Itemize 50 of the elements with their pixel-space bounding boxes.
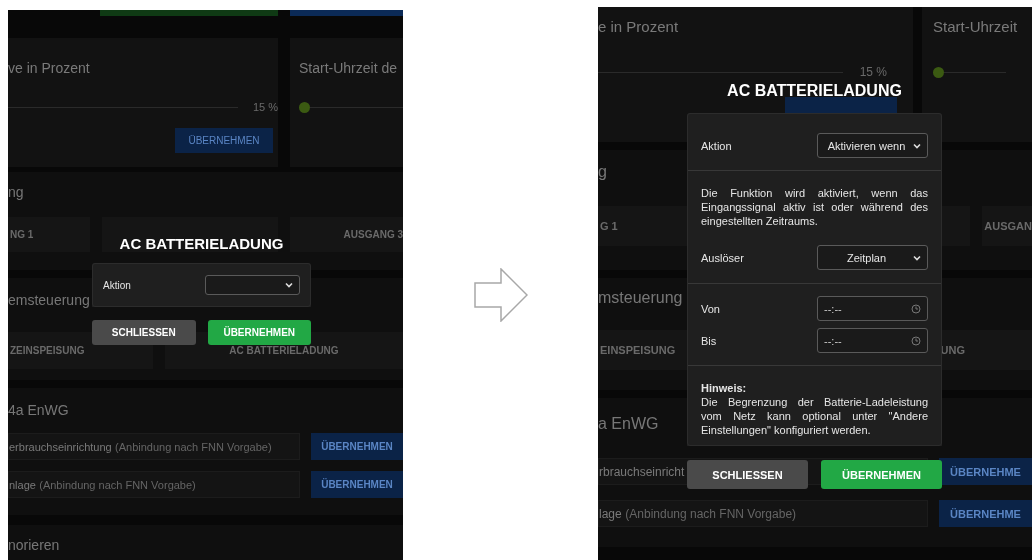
apply-button[interactable]: ÜBERNEHMEN (207, 320, 311, 345)
clock-icon (911, 303, 921, 314)
clock-icon (911, 335, 921, 346)
option-tile[interactable]: NG 1 (8, 217, 90, 252)
time-field[interactable]: --:-- (817, 328, 928, 353)
apply-button[interactable]: ÜBERNEHMEN (821, 460, 942, 489)
close-button[interactable]: SCHLIESSEN (687, 460, 808, 489)
apply-button[interactable]: ÜBERNEHMEN (311, 433, 403, 460)
field-label: Bis (701, 334, 717, 347)
field-label: Auslöser (701, 251, 744, 264)
slider-value: 15 % (251, 101, 278, 113)
section-title: 4a EnWG (8, 401, 69, 420)
dropdown[interactable] (205, 275, 300, 295)
slider-value: 15 % (858, 65, 887, 79)
close-button[interactable]: SCHLIESSEN (92, 320, 196, 345)
chevron-icon (913, 142, 921, 149)
apply-button[interactable]: ÜBERNEHME (939, 458, 1032, 485)
section-title: msteuerung (598, 288, 683, 308)
slider-thumb[interactable] (299, 101, 310, 113)
note-heading: Hinweis: (701, 381, 747, 395)
dialog-title: AC BATTERIELADUNG (727, 81, 902, 101)
apply-button[interactable]: ÜBERNEHME (939, 500, 1032, 527)
time-field[interactable]: --:-- (817, 296, 928, 321)
card-title: e in Prozent (598, 17, 679, 37)
section-title: g (598, 162, 607, 182)
apply-button[interactable]: ÜBERNEHMEN (311, 471, 403, 498)
dropdown[interactable]: Aktivieren wenn (817, 133, 928, 158)
note-text: Die Begrenzung der Batterie-Ladeleistung vom Netz kann optional unter "Andere Einstellungen" konfiguriert werden. (701, 395, 928, 437)
input-field[interactable]: erbrauchseinrichtung (Anbindung nach FNN Vorgabe) (8, 433, 300, 460)
section-title: emsteuerung (8, 291, 90, 310)
input-field[interactable]: nlage (Anbindung nach FNN Vorgabe) (8, 471, 300, 498)
card-title: Start-Uhrzeit (933, 17, 1018, 37)
card-title: Start-Uhrzeit de (299, 59, 398, 78)
dropdown[interactable]: Zeitplan (817, 245, 928, 270)
field-label: Aktion (701, 139, 732, 152)
field-label: Von (701, 302, 720, 315)
apply-button[interactable]: ÜBERNEHMEN (175, 128, 273, 153)
field-label: Aktion (103, 279, 131, 291)
section-title: a EnWG (598, 414, 659, 434)
chevron-icon (285, 282, 293, 288)
dialog-title: AC BATTERIELADUNG (119, 234, 284, 254)
slider-thumb[interactable] (933, 66, 944, 78)
arrow-icon (473, 268, 528, 322)
chevron-icon (913, 254, 921, 261)
card-title: ve in Prozent (8, 59, 90, 78)
option-tile[interactable]: AUSGANG 3 (290, 217, 403, 252)
section-title: norieren (8, 536, 60, 555)
input-field[interactable]: lage (Anbindung nach FNN Vorgabe) (598, 500, 928, 527)
section-title: ng (8, 183, 24, 202)
option-tile[interactable]: AUSGAN (982, 206, 1032, 246)
